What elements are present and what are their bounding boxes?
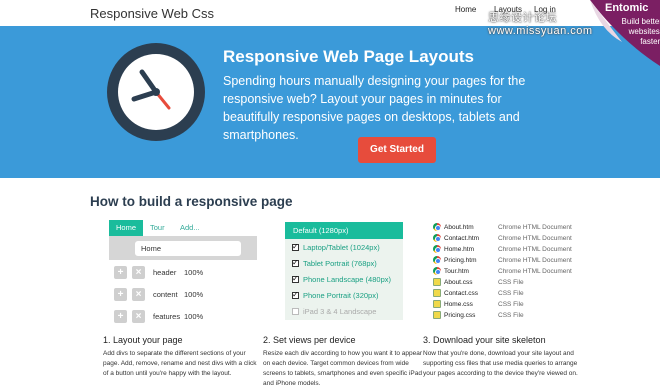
css-file-icon [433, 300, 441, 308]
tab-tour[interactable]: Tour [143, 220, 172, 236]
chrome-icon [433, 234, 441, 242]
file-type: Chrome HTML Document [498, 268, 572, 275]
div-width: 100% [184, 312, 204, 321]
view-option-label: Laptop/Tablet (1024px) [303, 243, 380, 252]
step-text: Add divs to separate the different secti… [103, 350, 257, 377]
step-text: Now that you're done, download your site… [423, 350, 578, 377]
view-option-label: Tablet Portrait (768px) [303, 259, 377, 268]
file-name: Home.htm [444, 246, 474, 253]
add-icon[interactable]: + [114, 310, 127, 323]
view-option-label: Phone Landscape (480px) [303, 275, 391, 284]
chrome-icon [433, 223, 441, 231]
chrome-icon [433, 245, 441, 253]
checkbox[interactable] [292, 273, 299, 285]
file-name: Pricing.css [444, 312, 476, 319]
add-icon[interactable]: + [114, 266, 127, 279]
step-title: 3. Download your site skeleton [423, 335, 546, 345]
file-type: Chrome HTML Document [498, 257, 572, 264]
step-title: 1. Layout your page [103, 335, 183, 345]
file-name: Contact.htm [444, 235, 480, 242]
add-icon[interactable]: + [114, 288, 127, 301]
file-type: CSS File [498, 301, 524, 308]
checkbox[interactable] [292, 289, 299, 301]
css-file-icon [433, 289, 441, 297]
tab-home[interactable]: Home [109, 220, 144, 236]
site-brand[interactable]: Responsive Web Css [90, 6, 214, 21]
file-type: Chrome HTML Document [498, 224, 572, 231]
file-type: CSS File [498, 279, 524, 286]
watermark: 思缘设计论坛 www.missyuan.com [488, 12, 593, 37]
file-type: CSS File [498, 290, 524, 297]
div-width: 100% [184, 290, 204, 299]
nav-home[interactable]: Home [455, 5, 476, 14]
file-name: Pricing.htm [444, 257, 477, 264]
css-file-icon [433, 311, 441, 319]
div-width: 100% [184, 268, 204, 277]
css-file-icon [433, 278, 441, 286]
view-option-label: Phone Portrait (320px) [303, 291, 379, 300]
hero-title: Responsive Web Page Layouts [223, 47, 474, 66]
chrome-icon [433, 256, 441, 264]
checkbox[interactable] [292, 308, 299, 315]
get-started-button[interactable]: Get Started [358, 137, 436, 163]
file-name: Home.css [444, 301, 473, 308]
remove-icon[interactable]: × [132, 310, 145, 323]
file-type: Chrome HTML Document [498, 246, 572, 253]
tab-add[interactable]: Add... [173, 220, 207, 236]
views-panel-header[interactable]: Default (1280px) [285, 222, 403, 239]
file-type: Chrome HTML Document [498, 235, 572, 242]
page-name-field[interactable]: Home [135, 241, 241, 256]
file-name: Contact.css [444, 290, 478, 297]
checkbox[interactable] [292, 241, 299, 253]
file-name: About.css [444, 279, 473, 286]
chrome-icon [433, 267, 441, 275]
section-title: How to build a responsive page [90, 194, 293, 209]
view-option-label: iPad 3 & 4 Landscape [303, 307, 377, 316]
div-name[interactable]: features [153, 312, 180, 321]
file-type: CSS File [498, 312, 524, 319]
file-name: About.htm [444, 224, 474, 231]
div-name[interactable]: header [153, 268, 176, 277]
remove-icon[interactable]: × [132, 266, 145, 279]
file-name: Tour.htm [444, 268, 469, 275]
remove-icon[interactable]: × [132, 288, 145, 301]
hero-description: Spending hours manually designing your p… [223, 74, 526, 142]
step-title: 2. Set views per device [263, 335, 356, 345]
step-text: Resize each div according to how you wan… [263, 350, 422, 387]
clock-icon [107, 43, 205, 141]
checkbox[interactable] [292, 257, 299, 269]
div-name[interactable]: content [153, 290, 178, 299]
